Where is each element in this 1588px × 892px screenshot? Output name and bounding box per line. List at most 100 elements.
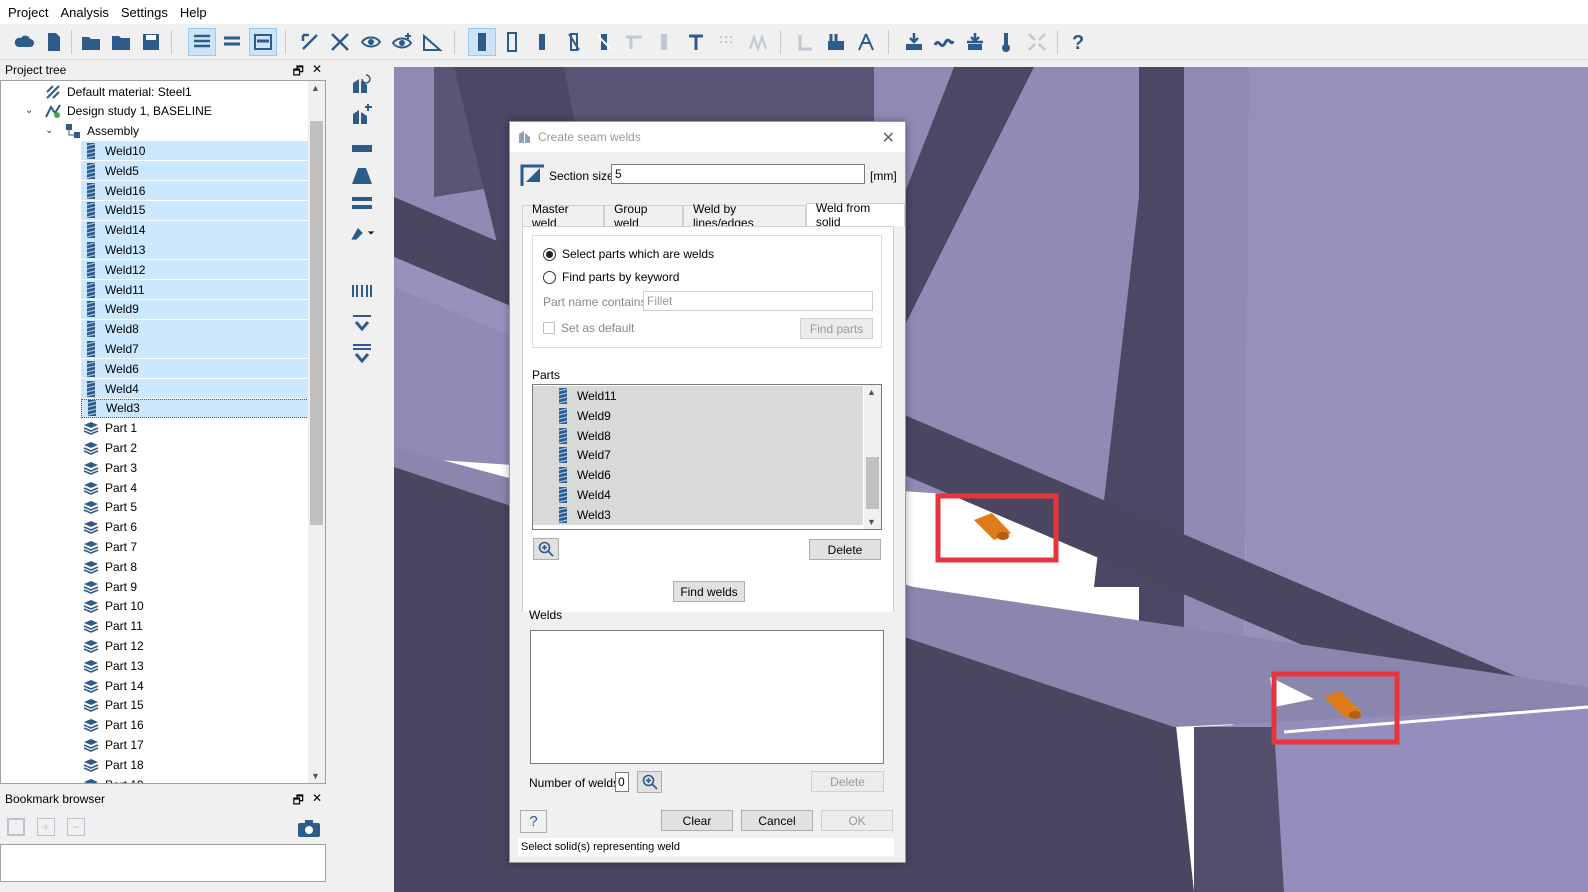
thermometer-icon[interactable] <box>992 28 1020 56</box>
parts-list-item[interactable]: Weld11 <box>533 386 863 406</box>
tree-item[interactable]: Weld11 <box>81 280 309 299</box>
scroll-up-icon[interactable]: ▲ <box>311 83 320 93</box>
tree-item[interactable]: Weld9 <box>81 299 309 319</box>
tree-item[interactable]: Default material: Steel1 <box>45 82 192 101</box>
check-stack-icon[interactable] <box>348 340 376 366</box>
tree-item[interactable]: Part 9 <box>83 577 137 596</box>
bookmark-list[interactable] <box>0 844 326 882</box>
tree-item[interactable]: Part 7 <box>83 537 137 556</box>
tree-item[interactable]: Part 5 <box>83 498 137 517</box>
tree-item[interactable]: Part 10 <box>83 597 144 616</box>
tree-item[interactable]: Part 1 <box>83 419 137 438</box>
tab-group-weld[interactable]: Group weld <box>604 202 683 230</box>
tree-item[interactable]: Weld6 <box>81 359 309 379</box>
beam-icon[interactable] <box>348 136 376 162</box>
menu-project[interactable]: Project <box>4 5 56 20</box>
tree-item[interactable]: Part 12 <box>83 636 144 655</box>
tree-item[interactable]: Part 6 <box>83 518 137 537</box>
weld-refresh-icon[interactable] <box>348 72 376 98</box>
float-icon[interactable]: 🗗 <box>293 791 304 812</box>
radio-select-parts[interactable]: Select parts which are welds <box>543 247 714 261</box>
tree-item[interactable]: Part 19 <box>83 775 144 783</box>
chevron-down-icon[interactable]: ⌄ <box>45 125 53 136</box>
scroll-down-icon[interactable]: ▼ <box>867 517 876 527</box>
scroll-down-icon[interactable]: ▼ <box>311 771 320 781</box>
tree-item[interactable]: Weld13 <box>81 240 309 260</box>
scroll-thumb[interactable] <box>866 457 879 509</box>
weld-cut-icon[interactable] <box>590 28 618 56</box>
parts-list-item[interactable]: Weld8 <box>533 425 863 446</box>
tree-item[interactable]: Part 17 <box>83 735 144 754</box>
set-as-default-checkbox[interactable] <box>543 322 555 334</box>
zoom-parts-button[interactable] <box>533 538 559 560</box>
help-button[interactable]: ? <box>520 810 547 833</box>
parts-list-item[interactable]: Weld3 <box>533 504 863 525</box>
cross-section-icon[interactable] <box>326 28 354 56</box>
pressure-icon[interactable] <box>961 28 989 56</box>
find-parts-button[interactable]: Find parts <box>800 318 873 339</box>
eye-icon[interactable] <box>357 28 385 56</box>
save-icon[interactable] <box>137 28 165 56</box>
connector-dropdown-icon[interactable] <box>348 220 376 246</box>
tree-item[interactable]: Assembly <box>65 122 139 141</box>
tree-item[interactable]: Design study 1, BASELINE <box>45 102 212 121</box>
tree-item[interactable]: Weld16 <box>81 181 309 200</box>
tree-item[interactable]: Part 3 <box>83 458 137 477</box>
tree-item[interactable]: Weld10 <box>81 141 309 161</box>
tree-item[interactable]: Part 11 <box>83 617 143 636</box>
tree-item[interactable]: Part 8 <box>83 557 137 576</box>
eye-plus-icon[interactable] <box>388 28 416 56</box>
plate-icon[interactable] <box>498 28 526 56</box>
list-view-icon[interactable] <box>188 28 216 56</box>
tab-master-weld[interactable]: Master weld <box>522 202 605 230</box>
tree-item[interactable]: Weld3 <box>81 398 309 418</box>
tab-weld-from-solid[interactable]: Weld from solid <box>805 201 905 229</box>
tree-item[interactable]: Part 14 <box>83 676 144 695</box>
tripod-icon[interactable] <box>852 28 880 56</box>
section-size-input[interactable]: 5 <box>611 164 865 184</box>
tree-item[interactable]: Part 13 <box>83 656 144 675</box>
cancel-button[interactable]: Cancel <box>741 810 813 831</box>
spring-set-icon[interactable] <box>348 278 376 304</box>
parts-list-item[interactable]: Weld6 <box>533 465 863 486</box>
zoom-welds-button[interactable] <box>637 771 662 793</box>
camera-icon[interactable] <box>297 818 321 838</box>
folder-icon[interactable] <box>107 28 135 56</box>
seam-weld-icon[interactable] <box>528 28 556 56</box>
weld-add-icon[interactable] <box>348 102 376 128</box>
open-folder-icon[interactable] <box>77 28 105 56</box>
check-layer-icon[interactable] <box>348 310 376 336</box>
mesh-icon[interactable] <box>418 28 446 56</box>
tree-item[interactable]: Part 18 <box>83 755 144 774</box>
load-icon[interactable] <box>900 28 928 56</box>
tree-item[interactable]: Weld8 <box>81 319 309 339</box>
parts-scrollbar[interactable]: ▲ ▼ <box>864 385 881 529</box>
tree-item[interactable]: Weld7 <box>81 339 309 359</box>
weld-tool-icon[interactable] <box>468 28 496 56</box>
ok-button[interactable]: OK <box>821 810 893 831</box>
parts-list-item[interactable]: Weld4 <box>533 485 863 505</box>
tree-scrollbar[interactable]: ▲ ▼ <box>308 81 325 783</box>
help-icon[interactable]: ? <box>1064 28 1092 56</box>
tree-item[interactable]: Part 4 <box>83 478 137 497</box>
close-icon[interactable]: ✕ <box>882 128 895 148</box>
parts-list-item[interactable]: Weld7 <box>533 445 863 466</box>
part-name-input[interactable]: Fillet <box>643 291 873 311</box>
measure-icon[interactable] <box>296 28 324 56</box>
tab-weld-by-lines-edges[interactable]: Weld by lines/edges <box>682 202 806 230</box>
tree-item[interactable]: Weld15 <box>81 200 309 220</box>
tree-item[interactable]: Weld12 <box>81 260 309 280</box>
bolt-icon[interactable] <box>682 28 710 56</box>
frame-icon[interactable] <box>348 162 376 188</box>
delete-parts-button[interactable]: Delete <box>809 539 881 560</box>
delete-welds-button[interactable]: Delete <box>811 771 884 792</box>
tree-item[interactable]: Weld5 <box>81 161 309 181</box>
wave-load-icon[interactable] <box>930 28 958 56</box>
spot-weld-icon[interactable] <box>560 28 588 56</box>
menu-settings[interactable]: Settings <box>117 5 176 20</box>
parts-list-item[interactable]: Weld9 <box>533 405 863 426</box>
lines-view-icon[interactable] <box>218 28 246 56</box>
welds-list[interactable] <box>530 630 884 764</box>
fixture-icon[interactable] <box>822 28 850 56</box>
tree-item[interactable]: Weld4 <box>81 379 309 398</box>
